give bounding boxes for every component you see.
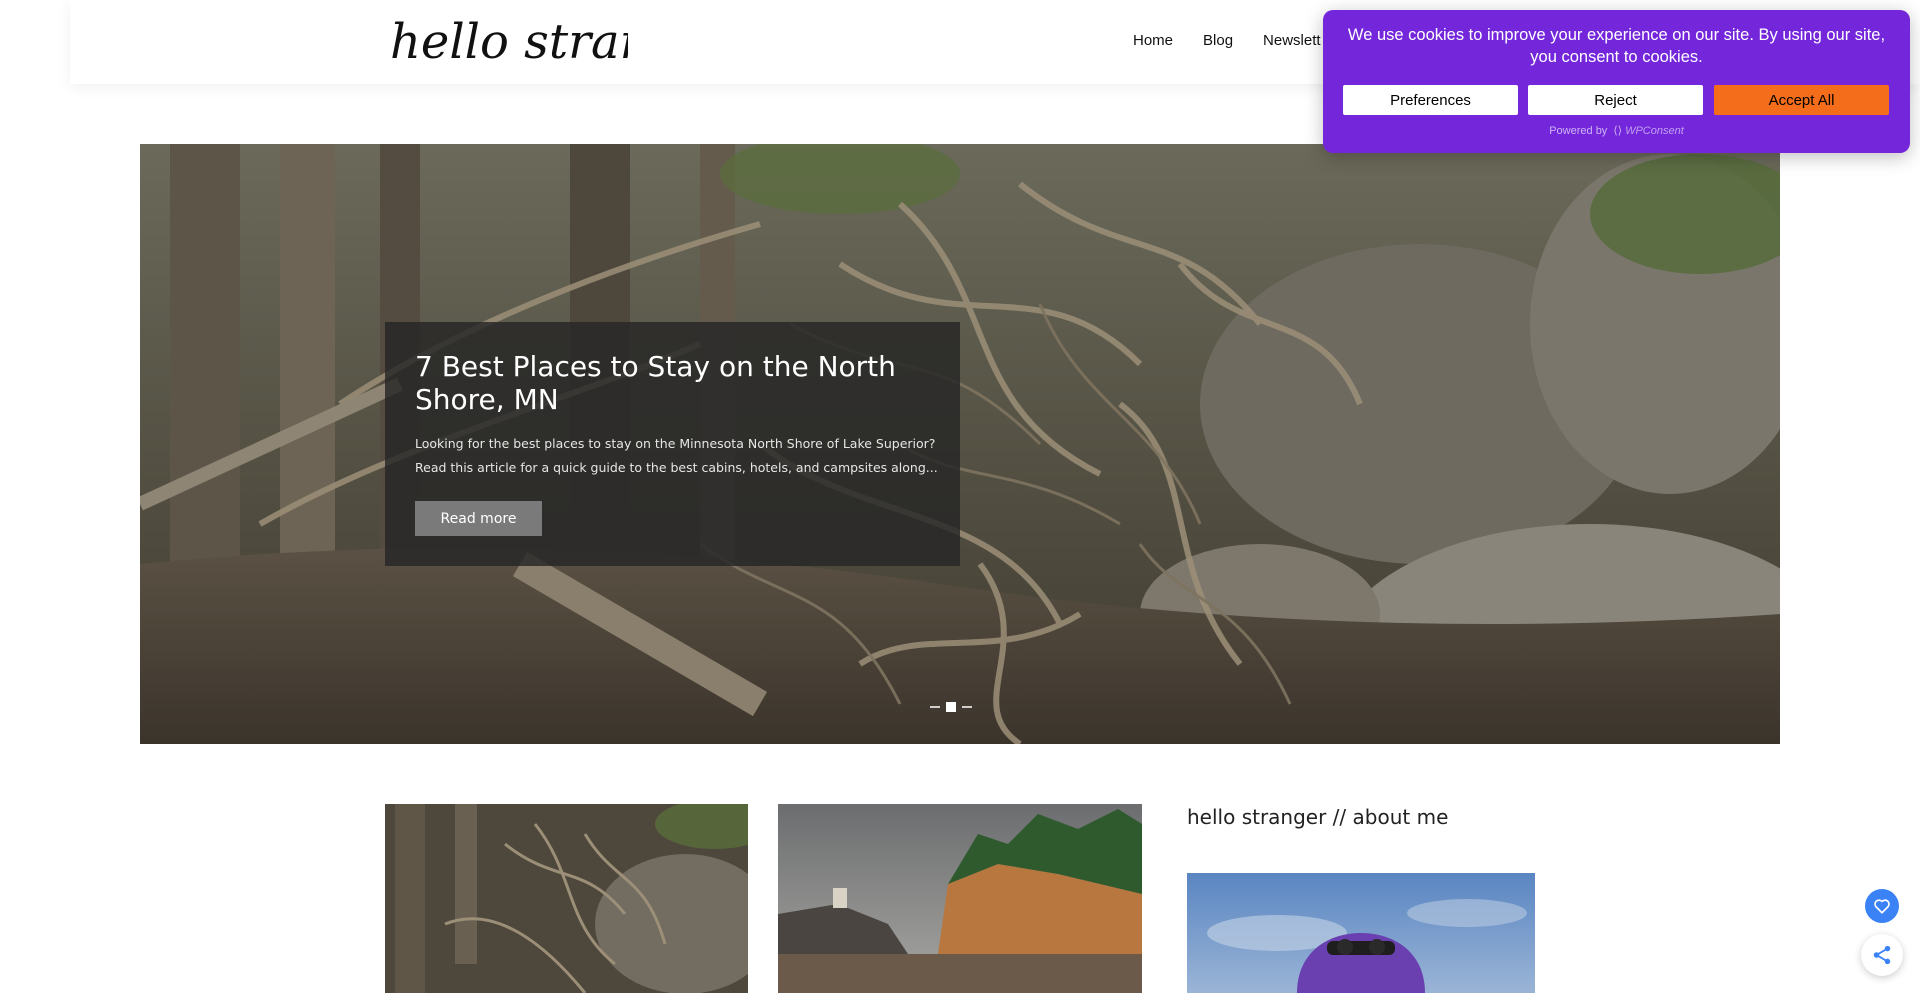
powered-by-brand[interactable]: WPConsent (1625, 125, 1684, 137)
logo-text: hello stranger (390, 14, 628, 70)
about-me-heading: hello stranger // about me (1187, 805, 1449, 829)
post-thumbnail-forest[interactable] (385, 804, 748, 993)
about-me-photo (1187, 873, 1535, 993)
cookie-message: We use cookies to improve your experienc… (1347, 26, 1886, 66)
nav-newsletter[interactable]: Newslett (1263, 32, 1321, 49)
slider-dot-3[interactable] (962, 706, 972, 708)
heart-icon (1874, 899, 1890, 914)
powered-by: Powered by ⟨⟩ WPConsent (1323, 124, 1910, 137)
cookie-accept-all-button[interactable]: Accept All (1714, 85, 1889, 115)
cookie-consent-banner: We use cookies to improve your experienc… (1323, 10, 1910, 153)
cookie-reject-button[interactable]: Reject (1528, 85, 1703, 115)
main-nav: Home Blog Newslett (1133, 32, 1321, 49)
read-more-button[interactable]: Read more (415, 501, 542, 536)
slider-dot-1[interactable] (930, 706, 940, 708)
post-thumbnail-lighthouse[interactable] (778, 804, 1142, 993)
hero-post-excerpt: Looking for the best places to stay on t… (415, 436, 938, 475)
wpconsent-logo-icon: ⟨⟩ (1610, 125, 1626, 137)
site-logo[interactable]: hello stranger (388, 8, 736, 80)
powered-by-label: Powered by (1549, 125, 1608, 137)
hero-post-card: 7 Best Places to Stay on the North Shore… (385, 322, 960, 566)
slider-pagination (930, 702, 972, 712)
hero-slider: 7 Best Places to Stay on the North Shore… (140, 144, 1780, 744)
favorite-button[interactable] (1865, 889, 1899, 923)
hero-post-title[interactable]: 7 Best Places to Stay on the North Shore… (415, 350, 935, 416)
slider-dot-2[interactable] (946, 702, 956, 712)
nav-home[interactable]: Home (1133, 32, 1173, 49)
cookie-preferences-button[interactable]: Preferences (1343, 85, 1518, 115)
share-icon (1873, 945, 1891, 965)
nav-blog[interactable]: Blog (1203, 32, 1233, 49)
share-button[interactable] (1861, 934, 1903, 976)
